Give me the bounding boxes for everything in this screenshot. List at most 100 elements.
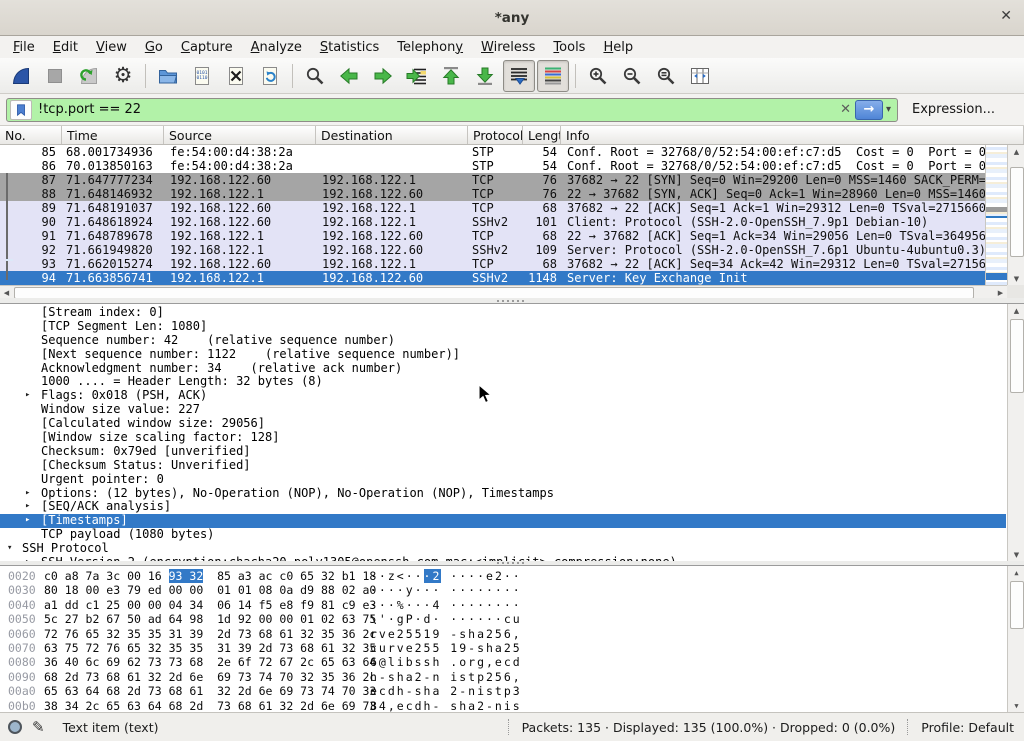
expression-button[interactable]: Expression... bbox=[912, 102, 995, 117]
stop-capture-icon[interactable] bbox=[39, 60, 71, 92]
zoom-100-icon[interactable] bbox=[650, 60, 682, 92]
collapsed-arrow-icon[interactable]: ▸ bbox=[25, 514, 30, 528]
close-file-icon[interactable] bbox=[220, 60, 252, 92]
packet-row-86[interactable]: 8670.013850163fe:54:00:d4:38:2aSTP54Conf… bbox=[0, 159, 985, 173]
packet-row-88[interactable]: 8871.648146932192.168.122.1192.168.122.6… bbox=[0, 187, 985, 201]
packet-row-94[interactable]: 9471.663856741192.168.122.1192.168.122.6… bbox=[0, 271, 985, 285]
last-packet-icon[interactable] bbox=[469, 60, 501, 92]
display-filter-input[interactable]: !tcp.port == 22 bbox=[38, 102, 836, 117]
detail-line[interactable]: [Stream index: 0] bbox=[0, 306, 1006, 320]
column-header-no[interactable]: No. bbox=[0, 126, 62, 144]
detail-line[interactable]: ▸Options: (12 bytes), No-Operation (NOP)… bbox=[0, 487, 1006, 501]
detail-line[interactable]: 1000 .... = Header Length: 32 bytes (8) bbox=[0, 375, 1006, 389]
menu-go[interactable]: Go bbox=[136, 38, 172, 57]
restart-capture-icon[interactable] bbox=[73, 60, 105, 92]
packet-list-vscrollbar[interactable]: ▲ ▼ bbox=[1007, 145, 1024, 285]
menu-edit[interactable]: Edit bbox=[44, 38, 87, 57]
capture-options-icon[interactable]: ⚙ bbox=[107, 60, 139, 92]
hex-row-00b0[interactable]: 00b038 34 2c 65 63 64 68 2d 73 68 61 32 … bbox=[0, 699, 1024, 712]
details-scroll-thumb[interactable] bbox=[1010, 319, 1024, 393]
hex-row-0050[interactable]: 00505c 27 b2 67 50 ad 64 98 1d 92 00 00 … bbox=[0, 612, 1024, 626]
detail-line[interactable]: Urgent pointer: 0 bbox=[0, 473, 1006, 487]
bytes-vscrollbar[interactable]: ▲ ▼ bbox=[1007, 566, 1024, 712]
hex-row-0030[interactable]: 003080 18 00 e3 79 ed 00 00 01 01 08 0a … bbox=[0, 583, 1024, 597]
detail-line[interactable]: [Checksum Status: Unverified] bbox=[0, 459, 1006, 473]
scroll-up-icon[interactable]: ▲ bbox=[1008, 145, 1024, 158]
display-filter-field[interactable]: !tcp.port == 22 ✕ → ▾ bbox=[6, 98, 898, 122]
hex-row-0020[interactable]: 0020c0 a8 7a 3c 00 16 93 32 85 a3 ac c0 … bbox=[0, 569, 1024, 583]
hex-row-00a0[interactable]: 00a065 63 64 68 2d 73 68 61 32 2d 6e 69 … bbox=[0, 684, 1024, 698]
packet-row-91[interactable]: 9171.648789678192.168.122.1192.168.122.6… bbox=[0, 229, 985, 243]
status-profile[interactable]: Profile: Default bbox=[921, 720, 1014, 735]
packet-list-scroll-thumb[interactable] bbox=[1010, 167, 1024, 257]
details-vscrollbar[interactable]: ▲ ▼ bbox=[1007, 304, 1024, 561]
collapsed-arrow-icon[interactable]: ▸ bbox=[25, 487, 30, 501]
expert-info-icon[interactable] bbox=[8, 720, 22, 734]
packet-row-92[interactable]: 9271.661949820192.168.122.1192.168.122.6… bbox=[0, 243, 985, 257]
menu-help[interactable]: Help bbox=[594, 38, 642, 57]
hex-row-0080[interactable]: 008036 40 6c 69 62 73 73 68 2e 6f 72 67 … bbox=[0, 655, 1024, 669]
column-header-info[interactable]: Info bbox=[561, 126, 1024, 144]
zoom-in-icon[interactable] bbox=[582, 60, 614, 92]
clear-filter-icon[interactable]: ✕ bbox=[840, 102, 851, 117]
column-header-length[interactable]: Length bbox=[523, 126, 561, 144]
expanded-arrow-icon[interactable]: ▾ bbox=[7, 542, 12, 556]
scroll-down-icon[interactable]: ▼ bbox=[1008, 272, 1024, 285]
column-header-time[interactable]: Time bbox=[62, 126, 164, 144]
scroll-down-icon[interactable]: ▼ bbox=[1008, 699, 1024, 712]
resize-columns-icon[interactable] bbox=[684, 60, 716, 92]
menu-capture[interactable]: Capture bbox=[172, 38, 242, 57]
titlebar[interactable]: *any ✕ bbox=[0, 0, 1024, 36]
scroll-up-icon[interactable]: ▲ bbox=[1008, 304, 1024, 317]
hex-row-0060[interactable]: 006072 76 65 32 35 35 31 39 2d 73 68 61 … bbox=[0, 627, 1024, 641]
packet-row-89[interactable]: 8971.648191037192.168.122.60192.168.122.… bbox=[0, 201, 985, 215]
colorize-packets-icon[interactable] bbox=[537, 60, 569, 92]
collapsed-arrow-icon[interactable]: ▸ bbox=[25, 500, 30, 514]
reload-file-icon[interactable] bbox=[254, 60, 286, 92]
detail-line[interactable]: [Calculated window size: 29056] bbox=[0, 417, 1006, 431]
detail-line[interactable]: ▸Flags: 0x018 (PSH, ACK) bbox=[0, 389, 1006, 403]
column-header-destination[interactable]: Destination bbox=[316, 126, 468, 144]
packet-row-85[interactable]: 8568.001734936fe:54:00:d4:38:2aSTP54Conf… bbox=[0, 145, 985, 159]
previous-packet-icon[interactable] bbox=[333, 60, 365, 92]
hex-row-0070[interactable]: 007063 75 72 76 65 32 35 35 31 39 2d 73 … bbox=[0, 641, 1024, 655]
detail-line[interactable]: Window size value: 227 bbox=[0, 403, 1006, 417]
filter-bookmark-icon[interactable] bbox=[10, 100, 32, 120]
scroll-up-icon[interactable]: ▲ bbox=[1008, 566, 1024, 579]
column-header-protocol[interactable]: Protocol bbox=[468, 126, 523, 144]
detail-line[interactable]: [Next sequence number: 1122 (relative se… bbox=[0, 348, 1006, 362]
capture-comment-icon[interactable]: ✎ bbox=[32, 718, 45, 736]
scroll-down-icon[interactable]: ▼ bbox=[1008, 548, 1024, 561]
hex-row-0090[interactable]: 009068 2d 73 68 61 32 2d 6e 69 73 74 70 … bbox=[0, 670, 1024, 684]
find-packet-icon[interactable] bbox=[299, 60, 331, 92]
menu-telephony[interactable]: Telephony bbox=[388, 38, 472, 57]
window-close-icon[interactable]: ✕ bbox=[1000, 8, 1012, 24]
hex-row-0040[interactable]: 0040a1 dd c1 25 00 00 04 34 06 14 f5 e8 … bbox=[0, 598, 1024, 612]
detail-line[interactable]: Checksum: 0x79ed [unverified] bbox=[0, 445, 1006, 459]
packet-row-90[interactable]: 9071.648618924192.168.122.60192.168.122.… bbox=[0, 215, 985, 229]
open-file-icon[interactable] bbox=[152, 60, 184, 92]
menu-file[interactable]: File bbox=[4, 38, 44, 57]
detail-line[interactable]: ▸[Timestamps] bbox=[0, 514, 1006, 528]
packet-list-hscrollbar[interactable]: ◀ ▶ bbox=[0, 285, 1007, 298]
save-file-icon[interactable]: 01010110 bbox=[186, 60, 218, 92]
collapsed-arrow-icon[interactable]: ▸ bbox=[25, 389, 30, 403]
bytes-scroll-thumb[interactable] bbox=[1010, 581, 1024, 629]
detail-line[interactable]: TCP payload (1080 bytes) bbox=[0, 528, 1006, 542]
menu-tools[interactable]: Tools bbox=[544, 38, 594, 57]
detail-line[interactable]: Sequence number: 42 (relative sequence n… bbox=[0, 334, 1006, 348]
detail-line[interactable]: ▾SSH Protocol bbox=[0, 542, 1006, 556]
add-filter-button[interactable]: + bbox=[1019, 101, 1024, 119]
menu-wireless[interactable]: Wireless bbox=[472, 38, 544, 57]
first-packet-icon[interactable] bbox=[435, 60, 467, 92]
detail-line[interactable]: Acknowledgment number: 34 (relative ack … bbox=[0, 362, 1006, 376]
auto-scroll-icon[interactable] bbox=[503, 60, 535, 92]
packet-row-87[interactable]: 8771.647777234192.168.122.60192.168.122.… bbox=[0, 173, 985, 187]
menu-analyze[interactable]: Analyze bbox=[242, 38, 311, 57]
intelligent-scrollbar-minimap[interactable] bbox=[985, 145, 1007, 285]
detail-line[interactable]: [Window size scaling factor: 128] bbox=[0, 431, 1006, 445]
go-to-packet-icon[interactable] bbox=[401, 60, 433, 92]
apply-filter-icon[interactable]: → bbox=[855, 100, 883, 120]
next-packet-icon[interactable] bbox=[367, 60, 399, 92]
detail-line[interactable]: ▸[SEQ/ACK analysis] bbox=[0, 500, 1006, 514]
